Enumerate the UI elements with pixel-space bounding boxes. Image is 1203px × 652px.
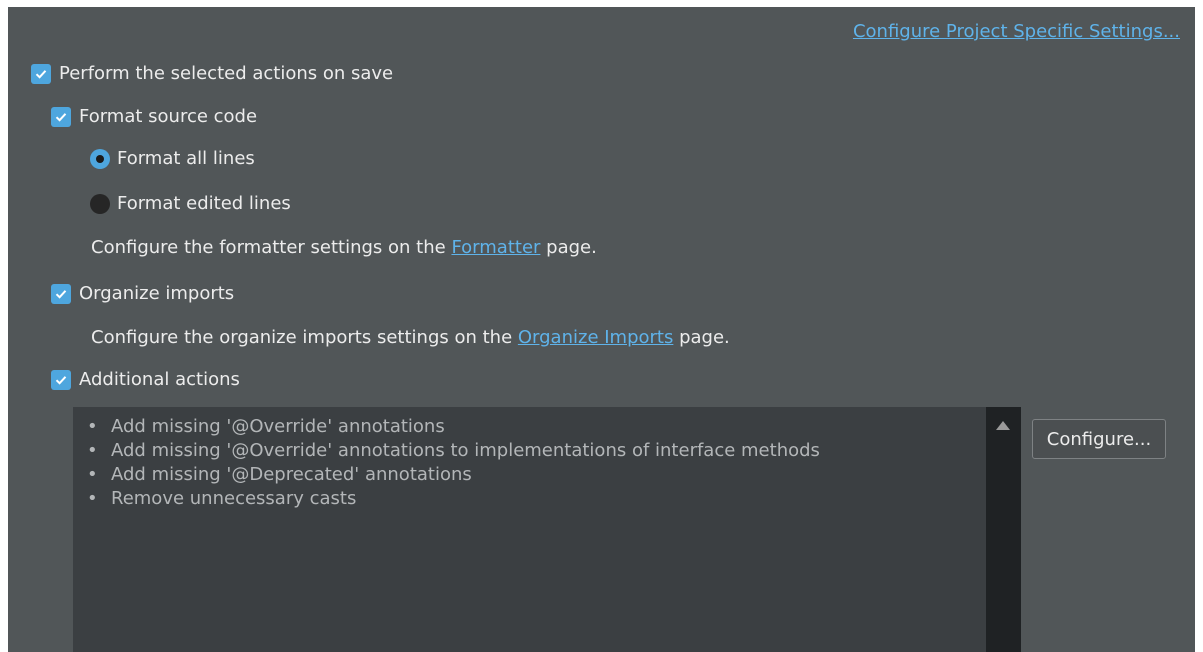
- checkmark-icon: [51, 106, 71, 127]
- format-source-label: Format source code: [79, 106, 258, 127]
- bullet: •: [87, 464, 98, 485]
- list-scrollbar[interactable]: [986, 407, 1021, 652]
- configure-project-settings-link[interactable]: Configure Project Specific Settings...: [853, 21, 1180, 42]
- formatter-link[interactable]: Formatter: [451, 237, 540, 258]
- list-item-label: Remove unnecessary casts: [111, 488, 357, 509]
- additional-actions-label: Additional actions: [79, 369, 240, 390]
- perform-on-save-checkbox[interactable]: Perform the selected actions on save: [31, 63, 393, 84]
- format-edited-lines-radio[interactable]: Format edited lines: [90, 193, 291, 214]
- checkmark-icon: [31, 63, 51, 84]
- radio-selected-icon: [90, 148, 110, 169]
- list-item[interactable]: • Add missing '@Override' annotations: [87, 415, 1021, 439]
- checkmark-icon: [51, 283, 71, 304]
- configure-button[interactable]: Configure...: [1032, 419, 1166, 459]
- perform-on-save-label: Perform the selected actions on save: [59, 63, 394, 84]
- bullet: •: [87, 488, 98, 509]
- organize-imports-checkbox[interactable]: Organize imports: [51, 283, 234, 304]
- organize-imports-hint: Configure the organize imports settings …: [91, 327, 730, 348]
- organize-imports-link[interactable]: Organize Imports: [518, 327, 673, 348]
- scroll-up-icon[interactable]: [996, 421, 1010, 430]
- organize-hint-suffix: page.: [673, 327, 730, 348]
- format-all-lines-radio[interactable]: Format all lines: [90, 148, 255, 169]
- checkmark-icon: [51, 369, 71, 390]
- formatter-hint-suffix: page.: [540, 237, 597, 258]
- bullet: •: [87, 416, 98, 437]
- additional-actions-list[interactable]: • Add missing '@Override' annotations • Ad…: [73, 407, 1021, 652]
- list-item[interactable]: • Remove unnecessary casts: [87, 487, 1021, 511]
- list-item-label: Add missing '@Deprecated' annotations: [111, 464, 472, 485]
- list-item-label: Add missing '@Override' annotations to i…: [111, 440, 820, 461]
- radio-unselected-icon: [90, 193, 110, 214]
- formatter-hint: Configure the formatter settings on the …: [91, 237, 597, 258]
- list-item[interactable]: • Add missing '@Override' annotations to …: [87, 439, 1021, 463]
- list-item[interactable]: • Add missing '@Deprecated' annotations: [87, 463, 1021, 487]
- format-all-lines-label: Format all lines: [117, 148, 255, 169]
- bullet: •: [87, 440, 98, 461]
- format-source-checkbox[interactable]: Format source code: [51, 106, 257, 127]
- organize-hint-prefix: Configure the organize imports settings …: [91, 327, 518, 348]
- list-item-label: Add missing '@Override' annotations: [111, 416, 445, 437]
- format-edited-lines-label: Format edited lines: [117, 193, 291, 214]
- save-actions-panel: Configure Project Specific Settings... P…: [8, 7, 1195, 652]
- formatter-hint-prefix: Configure the formatter settings on the: [91, 237, 452, 258]
- additional-actions-checkbox[interactable]: Additional actions: [51, 369, 240, 390]
- organize-imports-label: Organize imports: [79, 283, 235, 304]
